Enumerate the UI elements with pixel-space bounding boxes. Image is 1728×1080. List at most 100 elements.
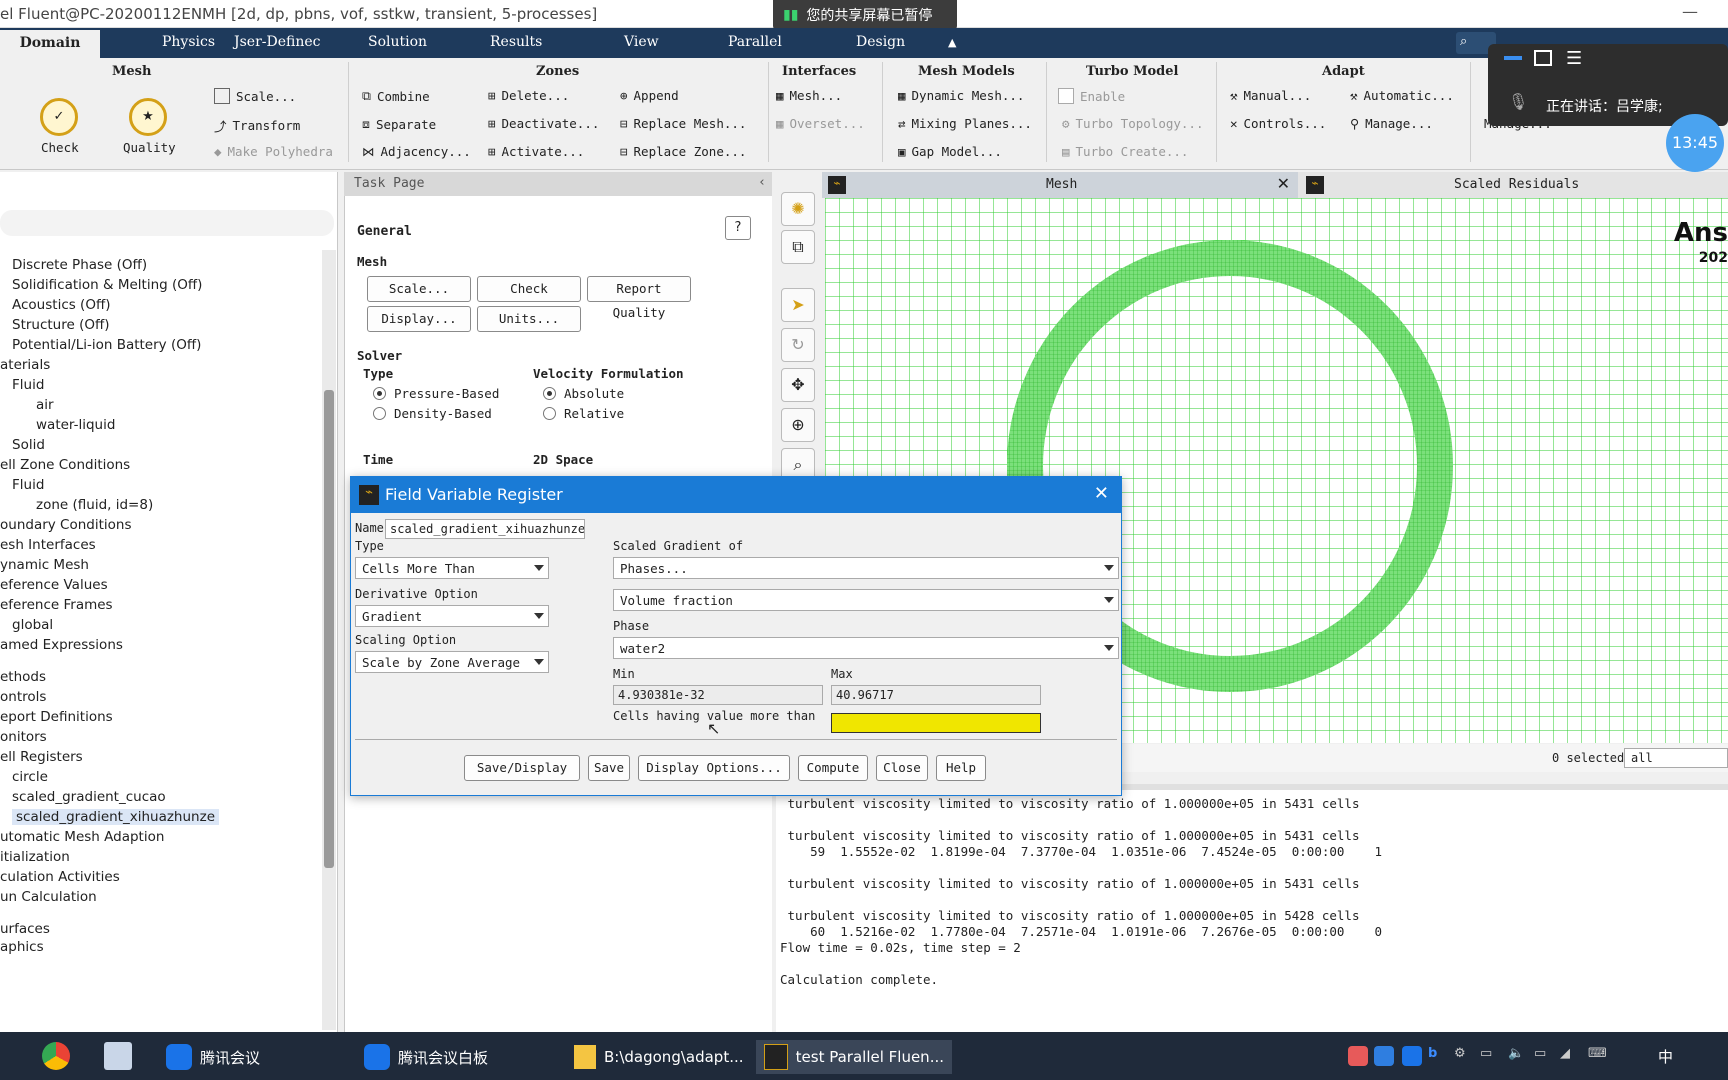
check-icon[interactable]: ✓ bbox=[40, 98, 78, 136]
menu-icon[interactable]: ☰ bbox=[1566, 48, 1582, 69]
menu-physics[interactable]: Physics bbox=[162, 34, 215, 50]
screen-share-banner[interactable]: ▮▮ 您的共享屏幕已暂停 bbox=[773, 0, 957, 30]
tree-item[interactable]: aphics bbox=[0, 939, 44, 955]
quality-button[interactable]: Quality bbox=[123, 140, 176, 155]
tree-item[interactable]: oundary Conditions bbox=[0, 517, 132, 533]
close-icon[interactable]: ✕ bbox=[1094, 483, 1109, 504]
name-input[interactable]: scaled_gradient_xihuazhunze bbox=[385, 519, 585, 539]
interfaces-mesh-button[interactable]: ▦ Mesh... bbox=[776, 88, 842, 103]
tree-item[interactable]: Fluid bbox=[12, 377, 44, 393]
scaling-option-select[interactable]: Scale by Zone Average bbox=[355, 651, 549, 673]
deactivate-button[interactable]: ⊞ Deactivate... bbox=[488, 116, 599, 131]
adapt-manage-button[interactable]: ⚲ Manage... bbox=[1350, 116, 1433, 131]
keyboard-icon[interactable]: ⌨ bbox=[1588, 1046, 1608, 1066]
save-display-button[interactable]: Save/Display bbox=[464, 755, 580, 781]
activate-button[interactable]: ⊞ Activate... bbox=[488, 144, 584, 159]
help-icon[interactable]: ? bbox=[725, 216, 751, 240]
automatic-adapt-button[interactable]: ⚒ Automatic... bbox=[1350, 88, 1454, 103]
tree-item[interactable]: Discrete Phase (Off) bbox=[12, 257, 147, 273]
phase-select[interactable]: water2 bbox=[613, 637, 1119, 659]
mixing-planes-button[interactable]: ⇄ Mixing Planes... bbox=[898, 116, 1032, 131]
network-icon[interactable]: ▭ bbox=[1480, 1046, 1500, 1066]
app-icon[interactable] bbox=[104, 1042, 132, 1070]
tree-item[interactable]: eference Values bbox=[0, 577, 108, 593]
display-options-button[interactable]: Display Options... bbox=[638, 755, 790, 781]
menu-view[interactable]: View bbox=[624, 34, 659, 50]
check-button[interactable]: Check bbox=[41, 140, 79, 155]
tree-item[interactable]: Fluid bbox=[12, 477, 44, 493]
transform-button[interactable]: ⤴ Transform bbox=[214, 116, 300, 135]
minimize-icon[interactable]: — bbox=[1682, 2, 1698, 21]
dialog-title-bar[interactable]: ⌁ Field Variable Register ✕ bbox=[351, 477, 1121, 513]
tab-mesh[interactable]: ⌁ Mesh ✕ bbox=[822, 172, 1298, 198]
save-button[interactable]: Save bbox=[588, 755, 630, 781]
microphone-icon[interactable]: 🎙 bbox=[1508, 92, 1528, 111]
task-scale-button[interactable]: Scale... bbox=[367, 276, 471, 302]
close-icon[interactable]: ✕ bbox=[1277, 174, 1290, 193]
tree-item[interactable]: ynamic Mesh bbox=[0, 557, 89, 573]
collapse-ribbon-icon[interactable]: ▲ bbox=[948, 36, 956, 49]
turbo-topology-button[interactable]: ⚙ Turbo Topology... bbox=[1062, 116, 1203, 131]
report-quality-button[interactable]: Report Quality bbox=[587, 276, 691, 320]
battery-icon[interactable]: ▭ bbox=[1534, 1046, 1554, 1066]
pan-icon[interactable]: ✥ bbox=[781, 368, 815, 402]
replace-zone-button[interactable]: ⊟ Replace Zone... bbox=[620, 144, 746, 159]
scaled-gradient-variable-select[interactable]: Volume fraction bbox=[613, 589, 1119, 611]
tree-item[interactable]: Acoustics (Off) bbox=[12, 297, 111, 313]
tree-item[interactable]: onitors bbox=[0, 729, 47, 745]
taskbar-folder[interactable]: B:\dagong\adapt... bbox=[566, 1040, 752, 1074]
tree-item[interactable]: un Calculation bbox=[0, 889, 97, 905]
scaled-gradient-of-select[interactable]: Phases... bbox=[613, 557, 1119, 579]
relative-radio[interactable]: Relative bbox=[543, 406, 624, 421]
tree-item[interactable]: Solidification & Melting (Off) bbox=[12, 277, 202, 293]
absolute-radio[interactable]: Absolute bbox=[543, 386, 624, 401]
tree-item[interactable]: zone (fluid, id=8) bbox=[36, 497, 153, 513]
dynamic-mesh-button[interactable]: ▦ Dynamic Mesh... bbox=[898, 88, 1024, 103]
turbo-create-button[interactable]: ▤ Turbo Create... bbox=[1062, 144, 1188, 159]
rotate-icon[interactable]: ↻ bbox=[781, 328, 815, 362]
menu-results[interactable]: Results bbox=[490, 34, 542, 50]
zoom-in-icon[interactable]: ⊕ bbox=[781, 408, 815, 442]
tray-meeting-icon[interactable] bbox=[1402, 1046, 1422, 1066]
chrome-icon[interactable] bbox=[42, 1042, 70, 1070]
combine-button[interactable]: ⧉ Combine bbox=[362, 88, 430, 104]
quality-icon[interactable]: ★ bbox=[129, 98, 167, 136]
selection-filter-input[interactable]: all bbox=[1624, 748, 1728, 768]
steam-icon[interactable]: ⚙ bbox=[1454, 1046, 1474, 1066]
tree-item[interactable]: culation Activities bbox=[0, 869, 120, 885]
scale-button[interactable]: Scale... bbox=[214, 88, 296, 104]
units-button[interactable]: Units... bbox=[477, 306, 581, 332]
separate-button[interactable]: ⧈ Separate bbox=[362, 116, 436, 132]
tree-scrollbar-thumb[interactable] bbox=[324, 390, 334, 868]
tree-item[interactable]: esh Interfaces bbox=[0, 537, 96, 553]
tree-item[interactable]: eference Frames bbox=[0, 597, 113, 613]
tree-item[interactable]: Structure (Off) bbox=[12, 317, 110, 333]
view-icon[interactable]: ⧉ bbox=[781, 230, 815, 264]
tree-item[interactable]: urfaces bbox=[0, 921, 50, 937]
tree-item[interactable]: Potential/Li-ion Battery (Off) bbox=[12, 337, 201, 353]
tree-item[interactable]: itialization bbox=[0, 849, 70, 865]
tree-item[interactable]: ell Zone Conditions bbox=[0, 457, 130, 473]
window-icon[interactable] bbox=[1534, 50, 1552, 66]
tree-item[interactable]: scaled_gradient_cucao bbox=[12, 789, 166, 805]
replace-mesh-button[interactable]: ⊟ Replace Mesh... bbox=[620, 116, 746, 131]
pointer-icon[interactable]: ➤ bbox=[781, 288, 815, 322]
taskbar-fluent[interactable]: test Parallel Fluen... bbox=[756, 1040, 952, 1074]
tree-filter-input[interactable] bbox=[0, 210, 334, 236]
task-check-button[interactable]: Check bbox=[477, 276, 581, 302]
tray-app-icon[interactable] bbox=[1374, 1046, 1394, 1066]
close-button[interactable]: Close bbox=[876, 755, 928, 781]
make-polyhedra-button[interactable]: ◆ Make Polyhedra bbox=[214, 144, 333, 159]
task-display-button[interactable]: Display... bbox=[367, 306, 471, 332]
tree-item[interactable]: Solid bbox=[12, 437, 45, 453]
density-based-radio[interactable]: Density-Based bbox=[373, 406, 492, 421]
pressure-based-radio[interactable]: Pressure-Based bbox=[373, 386, 499, 401]
console-output[interactable]: turbulent viscosity limited to viscosity… bbox=[776, 784, 1728, 1032]
manual-adapt-button[interactable]: ⚒ Manual... bbox=[1230, 88, 1311, 103]
menu-parallel[interactable]: Parallel bbox=[728, 34, 782, 50]
help-button[interactable]: Help bbox=[936, 755, 986, 781]
bing-icon[interactable]: b bbox=[1428, 1046, 1448, 1066]
minimize-icon[interactable] bbox=[1504, 56, 1522, 60]
tree-item[interactable]: circle bbox=[12, 769, 48, 785]
overset-button[interactable]: ▦ Overset... bbox=[776, 116, 865, 131]
